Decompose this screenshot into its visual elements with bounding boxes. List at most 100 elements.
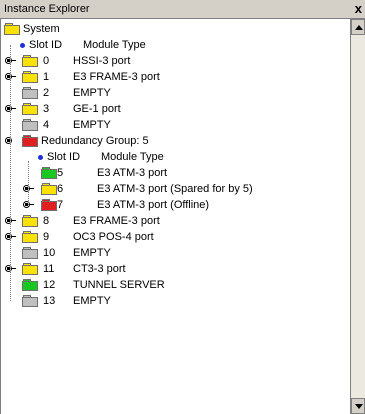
gray-folder-icon <box>22 247 38 259</box>
expander-stem <box>30 188 34 189</box>
green-folder-icon <box>22 279 38 291</box>
slot-row-5[interactable]: 5 E3 ATM-3 port <box>1 165 346 181</box>
module-type: HSSI-3 port <box>73 55 131 67</box>
slot-id: 4 <box>43 119 50 131</box>
slot-row-6[interactable]: 6 E3 ATM-3 port (Spared for by 5) <box>1 181 346 197</box>
module-type: E3 ATM-3 port <box>97 167 168 179</box>
slot-id: 7 <box>57 199 64 211</box>
slot-row-8[interactable]: 8 E3 FRAME-3 port <box>1 213 346 229</box>
slot-row-2[interactable]: 2 EMPTY <box>1 85 346 101</box>
yellow-folder-icon <box>22 103 38 115</box>
slot-row-0[interactable]: 0 HSSI-3 port <box>1 53 346 69</box>
tree-item-redundancy-group[interactable]: Redundancy Group: 5 <box>1 133 341 149</box>
slot-id: 3 <box>43 103 50 115</box>
gray-folder-icon <box>22 119 38 131</box>
folder-body <box>22 265 38 275</box>
module-type: EMPTY <box>73 119 111 131</box>
module-type-header: Module Type <box>101 151 164 163</box>
close-icon[interactable]: x <box>355 1 362 16</box>
module-type: GE-1 port <box>73 103 121 115</box>
module-type: EMPTY <box>73 247 111 259</box>
bullet-icon <box>20 43 25 48</box>
folder-body <box>22 281 38 291</box>
slot-id: 10 <box>43 247 56 259</box>
slot-id: 6 <box>57 183 64 195</box>
yellow-folder-icon <box>22 71 38 83</box>
title-bar: Instance Explorer x <box>0 0 365 19</box>
module-type: E3 FRAME-3 port <box>73 215 160 227</box>
yellow-folder-icon <box>41 183 57 195</box>
folder-body <box>22 89 38 99</box>
slot-id: 5 <box>57 167 64 179</box>
folder-body <box>22 73 38 83</box>
scroll-down-button[interactable] <box>351 398 365 414</box>
slot-id: 8 <box>43 215 50 227</box>
module-type: E3 ATM-3 port (Offline) <box>97 199 210 211</box>
module-type: OC3 POS-4 port <box>73 231 154 243</box>
column-header-row: Slot ID Module Type <box>1 149 341 165</box>
slot-id: 13 <box>43 295 56 307</box>
folder-body <box>22 217 38 227</box>
folder-body <box>41 169 57 179</box>
expander-stem <box>12 236 16 237</box>
yellow-folder-icon <box>22 215 38 227</box>
instance-explorer-window: Instance Explorer x System Slot ID Module … <box>0 0 365 414</box>
expander-stem <box>12 108 16 109</box>
expander-stem <box>12 76 16 77</box>
green-folder-icon <box>41 167 57 179</box>
slot-row-10[interactable]: 10 EMPTY <box>1 245 346 261</box>
red-folder-icon <box>41 199 57 211</box>
expander-stem <box>30 204 34 205</box>
slot-row-4[interactable]: 4 EMPTY <box>1 117 346 133</box>
expander-stem <box>12 220 16 221</box>
slot-id: 2 <box>43 87 50 99</box>
tree-item-label: System <box>23 23 60 35</box>
vertical-scrollbar[interactable] <box>350 19 365 414</box>
module-type: EMPTY <box>73 87 111 99</box>
expander-stem <box>12 268 16 269</box>
slot-row-3[interactable]: 3 GE-1 port <box>1 101 346 117</box>
module-type: E3 FRAME-3 port <box>73 71 160 83</box>
folder-body <box>41 185 57 195</box>
folder-body <box>22 57 38 67</box>
folder-body <box>41 201 57 211</box>
slot-row-9[interactable]: 9 OC3 POS-4 port <box>1 229 346 245</box>
folder-body <box>22 249 38 259</box>
slot-row-12[interactable]: 12 TUNNEL SERVER <box>1 277 346 293</box>
folder-body <box>4 25 20 35</box>
scroll-up-button[interactable] <box>351 19 365 35</box>
window-title: Instance Explorer <box>4 3 90 15</box>
folder-body <box>22 297 38 307</box>
slot-id: 0 <box>43 55 50 67</box>
instance-tree: System Slot ID Module Type 0 HSSI-3 port 1 E3 … <box>0 19 351 414</box>
folder-body <box>22 121 38 131</box>
module-type: E3 ATM-3 port (Spared for by 5) <box>97 183 253 195</box>
folder-body <box>22 233 38 243</box>
slot-row-11[interactable]: 11 CT3-3 port <box>1 261 346 277</box>
yellow-folder-icon <box>22 263 38 275</box>
yellow-folder-icon <box>22 55 38 67</box>
slot-id: 12 <box>43 279 56 291</box>
slot-row-13[interactable]: 13 EMPTY <box>1 293 346 309</box>
red-folder-icon <box>22 135 38 147</box>
tree-line <box>28 161 29 205</box>
module-type-header: Module Type <box>83 39 146 51</box>
bullet-icon <box>38 155 43 160</box>
yellow-folder-icon <box>22 231 38 243</box>
module-type: CT3-3 port <box>73 263 126 275</box>
slot-row-7[interactable]: 7 E3 ATM-3 port (Offline) <box>1 197 346 213</box>
expander-stem <box>12 60 16 61</box>
column-header-row: Slot ID Module Type <box>1 37 341 53</box>
tree-item-system[interactable]: System <box>1 21 341 37</box>
slot-id: 11 <box>43 263 55 275</box>
arrow-down-icon <box>355 404 363 409</box>
slot-id: 1 <box>43 71 50 83</box>
slot-row-1[interactable]: 1 E3 FRAME-3 port <box>1 69 346 85</box>
tree-line <box>10 45 11 301</box>
slot-id-header: Slot ID <box>47 151 81 163</box>
yellow-folder-icon <box>4 23 20 35</box>
slot-id: 9 <box>43 231 50 243</box>
gray-folder-icon <box>22 87 38 99</box>
folder-body <box>22 105 38 115</box>
slot-id-header: Slot ID <box>29 39 63 51</box>
